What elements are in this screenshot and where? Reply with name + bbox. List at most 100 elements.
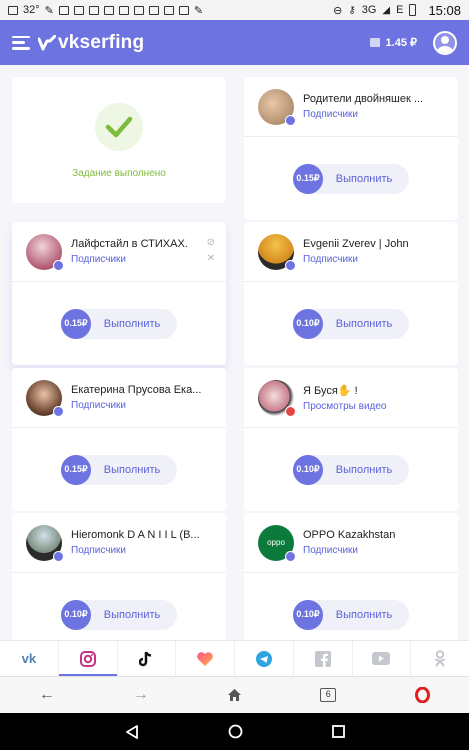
- execute-label: Выполнить: [103, 317, 161, 330]
- task-name[interactable]: Родители двойняшек ...: [303, 93, 443, 105]
- edit-icon: ✎: [44, 4, 54, 17]
- execute-button[interactable]: 0.15₽ Выполнить: [293, 163, 409, 194]
- balance-value: 1.45 ₽: [385, 37, 417, 49]
- tiktok-icon: [139, 651, 152, 666]
- nav-home-icon[interactable]: [228, 724, 243, 739]
- task-card: Hieromonk D A N I I L (B... Подписчики 0…: [12, 513, 226, 640]
- facebook-icon: [314, 650, 331, 667]
- checkmark-icon: [95, 103, 143, 151]
- execute-label: Выполнить: [103, 608, 161, 621]
- app-header: vkserfing 1.45 ₽: [0, 20, 469, 65]
- avatar: [26, 524, 64, 562]
- task-card: Я Буся✋ ! Просмотры видео 0.10₽ Выполнит…: [244, 368, 458, 511]
- subscribers-badge-icon: [285, 259, 296, 271]
- opera-menu-icon[interactable]: [375, 687, 469, 703]
- menu-icon[interactable]: [12, 35, 30, 50]
- task-name[interactable]: Лайфстайл в СТИХАХ.: [71, 238, 211, 250]
- subscribers-badge-icon: [285, 550, 296, 562]
- task-name[interactable]: OPPO Kazakhstan: [303, 529, 443, 541]
- notification-icon: [163, 5, 174, 15]
- price-badge: 0.10₽: [293, 454, 323, 485]
- close-icon[interactable]: ✕: [207, 254, 215, 264]
- clock: 15:08: [428, 2, 461, 18]
- task-type: Подписчики: [303, 254, 359, 265]
- task-card: Evgenii Zverev | John Подписчики 0.10₽ В…: [244, 222, 458, 365]
- task-name[interactable]: Evgenii Zverev | John: [303, 238, 443, 250]
- execute-button[interactable]: 0.15₽ Выполнить: [61, 308, 177, 339]
- tab-count: 6: [320, 688, 337, 702]
- execute-button[interactable]: 0.10₽ Выполнить: [293, 599, 409, 630]
- nav-back-icon[interactable]: [125, 724, 139, 739]
- subscribers-badge-icon: [53, 405, 64, 417]
- forward-arrow-icon[interactable]: →: [94, 686, 188, 704]
- battery-icon: [409, 4, 417, 16]
- task-name[interactable]: Hieromonk D A N I I L (B...: [71, 529, 211, 541]
- tab-instagram[interactable]: [58, 641, 118, 676]
- task-completed-card: Задание выполнено: [12, 77, 226, 203]
- nav-recents-icon[interactable]: [331, 725, 345, 738]
- task-card: Лайфстайл в СТИХАХ. Подписчики ⊘ ✕ 0.15₽…: [12, 222, 226, 365]
- subscribers-badge-icon: [53, 259, 64, 271]
- execute-button[interactable]: 0.10₽ Выполнить: [293, 308, 409, 339]
- notification-icon: [133, 5, 144, 15]
- oppo-logo: oppo: [267, 538, 285, 547]
- logo-mark-icon: [38, 34, 56, 50]
- balance[interactable]: 1.45 ₽: [369, 36, 417, 49]
- profile-avatar-icon[interactable]: [433, 30, 457, 55]
- notification-icon: [148, 5, 159, 15]
- tab-odnoklassniki[interactable]: [411, 641, 469, 676]
- price-badge: 0.10₽: [61, 599, 91, 630]
- task-type: Просмотры видео: [303, 400, 387, 412]
- back-arrow-icon[interactable]: ←: [0, 686, 94, 704]
- price-badge: 0.15₽: [293, 163, 323, 194]
- subscribers-badge-icon: [53, 550, 64, 562]
- execute-label: Выполнить: [335, 608, 393, 621]
- execute-label: Выполнить: [335, 317, 393, 330]
- dnd-icon: ⊖: [333, 4, 343, 17]
- task-type: Подписчики: [71, 254, 127, 265]
- task-type: Подписчики: [71, 545, 127, 556]
- notification-icon: [73, 5, 84, 15]
- tab-facebook[interactable]: [294, 641, 353, 676]
- avatar: [26, 233, 64, 271]
- task-type: Подписчики: [303, 545, 359, 556]
- task-name[interactable]: Екатерина Прусова Ека...: [71, 384, 211, 396]
- execute-button[interactable]: 0.10₽ Выполнить: [293, 454, 409, 485]
- avatar: [258, 233, 296, 271]
- tab-youtube[interactable]: [353, 641, 412, 676]
- likee-icon: [197, 651, 213, 666]
- notification-icon: [88, 5, 99, 15]
- network-e-label: E: [396, 4, 404, 16]
- execute-button[interactable]: 0.10₽ Выполнить: [61, 599, 177, 630]
- execute-label: Выполнить: [103, 463, 161, 476]
- price-badge: 0.15₽: [61, 308, 91, 339]
- system-nav-bar: [0, 713, 469, 750]
- avatar: [258, 88, 296, 126]
- tab-likee[interactable]: [176, 641, 235, 676]
- avatar: [258, 379, 296, 417]
- tab-tiktok[interactable]: [118, 641, 177, 676]
- tab-vk[interactable]: vk: [0, 641, 59, 676]
- notification-icon: [178, 5, 189, 15]
- home-icon[interactable]: [188, 688, 282, 702]
- subscribers-badge-icon: [285, 114, 296, 126]
- avatar: oppo: [258, 524, 296, 562]
- video-badge-icon: [285, 405, 296, 417]
- notification-icon: [118, 5, 129, 15]
- execute-label: Выполнить: [335, 172, 393, 185]
- notification-icon: [103, 5, 114, 15]
- logo-text: vkserfing: [58, 31, 145, 53]
- task-name[interactable]: Я Буся✋ !: [303, 384, 443, 397]
- execute-button[interactable]: 0.15₽ Выполнить: [61, 454, 177, 485]
- odnoklassniki-icon: [435, 650, 446, 667]
- block-icon[interactable]: ⊘: [207, 238, 215, 248]
- logo[interactable]: vkserfing: [38, 32, 144, 54]
- network-3g-label: 3G: [361, 4, 377, 16]
- price-badge: 0.10₽: [293, 308, 323, 339]
- edit-icon: ✎: [193, 4, 204, 17]
- task-card: Екатерина Прусова Ека... Подписчики 0.15…: [12, 368, 226, 511]
- tabs-button[interactable]: 6: [281, 688, 375, 702]
- telegram-icon: [255, 650, 272, 667]
- temperature-text: 32°: [23, 4, 40, 16]
- tab-telegram[interactable]: [235, 641, 294, 676]
